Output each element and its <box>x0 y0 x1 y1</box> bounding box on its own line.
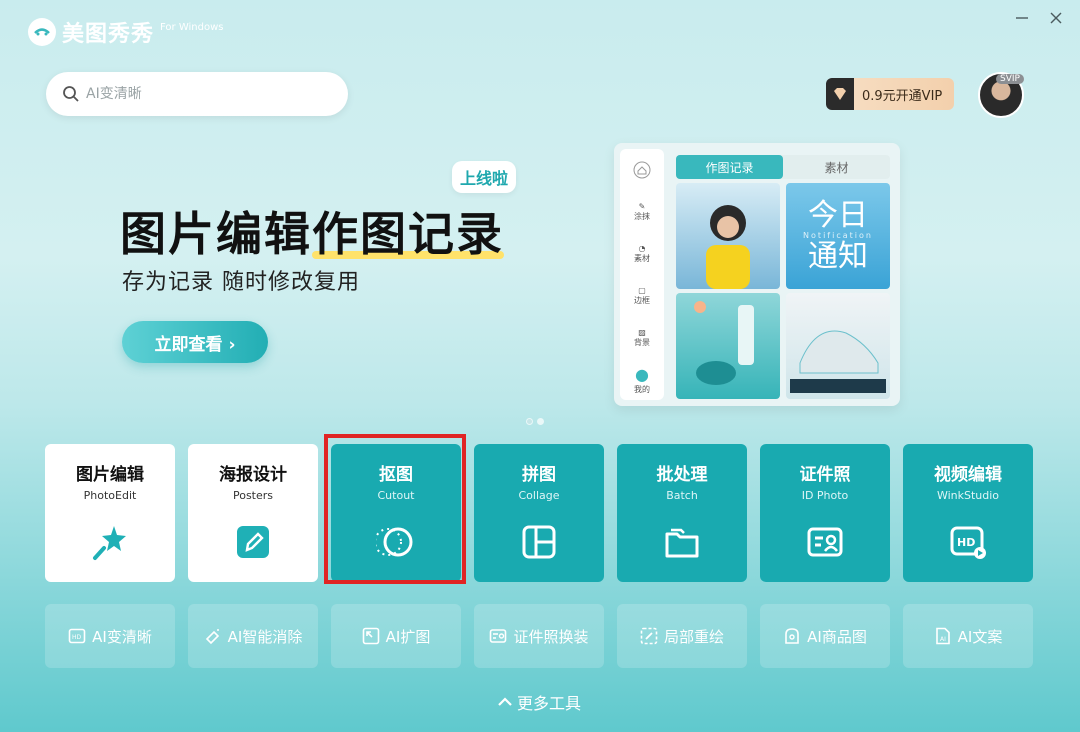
svg-text:HD: HD <box>72 634 82 641</box>
ai-tool-product[interactable]: AI商品图 <box>760 604 890 668</box>
banner-title-part2: 作图记录 <box>312 207 504 261</box>
banner-subtitle: 存为记录 随时修改复用 <box>122 270 360 295</box>
repaint-icon <box>640 627 658 645</box>
minimize-button[interactable] <box>1010 6 1034 30</box>
preview-tile-shoe <box>786 293 890 399</box>
svip-badge: SVIP <box>996 74 1024 84</box>
search-icon <box>63 86 79 102</box>
collage-grid-icon <box>522 525 556 559</box>
view-now-button[interactable]: 立即查看 › <box>122 321 268 363</box>
svg-text:AI: AI <box>940 636 946 643</box>
preview-tab-material: 素材 <box>824 160 849 175</box>
app-subtitle: For Windows <box>160 21 224 33</box>
ai-tool-expand[interactable]: AI扩图 <box>331 604 461 668</box>
cutout-highlight-frame <box>324 434 466 584</box>
preview-tab-records: 作图记录 <box>676 155 783 179</box>
ai-tool-id-swap[interactable]: 证件照换装 <box>474 604 604 668</box>
svg-text:HD: HD <box>957 536 975 549</box>
hd-icon: HD <box>68 628 86 644</box>
meitu-logo-icon <box>28 18 56 46</box>
search-bar[interactable] <box>46 72 348 116</box>
magic-wand-icon <box>93 526 126 560</box>
close-button[interactable] <box>1044 6 1068 30</box>
preview-tile-notification: 今日 Notification 通知 <box>786 183 890 289</box>
border-icon: ▢ <box>638 286 646 295</box>
app-logo: 美图秀秀 For Windows <box>28 16 223 48</box>
preview-side-item: ● 我的 <box>634 365 650 394</box>
tool-photoedit[interactable]: 图片编辑 PhotoEdit <box>45 444 175 582</box>
preview-side-item: ◔ 素材 <box>634 244 650 263</box>
id-swap-icon <box>490 629 507 643</box>
chevron-up-icon <box>498 697 512 706</box>
tool-posters[interactable]: 海报设计 Posters <box>188 444 318 582</box>
doc-ai-icon: AI <box>935 627 950 645</box>
ai-tool-hd[interactable]: HD AI变清晰 <box>45 604 175 668</box>
background-icon: ▨ <box>638 328 646 337</box>
expand-icon <box>362 627 379 645</box>
preview-side-item: ▢ 边框 <box>634 286 650 305</box>
vip-diamond-icon <box>826 78 854 110</box>
ai-tool-copywriting[interactable]: AI AI文案 <box>903 604 1033 668</box>
brush-icon: ✎ <box>638 202 646 211</box>
banner-pagination <box>526 418 544 425</box>
banner-new-badge: 上线啦 <box>452 161 517 193</box>
title-bar: 美图秀秀 For Windows <box>0 0 1080 60</box>
vip-label: 0.9元开通VIP <box>854 78 955 110</box>
material-icon: ◔ <box>638 244 646 253</box>
hd-video-icon: HD <box>950 526 986 559</box>
pen-edit-icon <box>237 526 269 558</box>
preview-tabs: 作图记录 素材 <box>676 155 890 179</box>
minimize-icon <box>1016 17 1028 19</box>
preview-side-item: ▨ 背景 <box>634 328 650 347</box>
banner-title-part1: 图片编辑 <box>120 207 312 261</box>
ai-tool-eraser[interactable]: AI智能消除 <box>188 604 318 668</box>
ai-tool-repaint[interactable]: 局部重绘 <box>617 604 747 668</box>
search-input[interactable] <box>86 86 326 102</box>
tool-collage[interactable]: 拼图 Collage <box>474 444 604 582</box>
tool-idphoto[interactable]: 证件照 ID Photo <box>760 444 890 582</box>
pagination-dot[interactable] <box>537 418 544 425</box>
eraser-icon <box>205 629 219 645</box>
vip-button[interactable]: 0.9元开通VIP <box>826 78 955 110</box>
close-icon <box>1050 12 1062 24</box>
product-icon <box>785 628 799 644</box>
preview-sidebar: ✎ 涂抹 ◔ 素材 ▢ 边框 ▨ 背景 ● 我的 <box>620 149 664 400</box>
pagination-dot[interactable] <box>526 418 533 425</box>
banner-title: 图片编辑作图记录 <box>120 198 504 264</box>
preview-tile-portrait <box>676 183 780 289</box>
id-card-icon <box>807 527 843 557</box>
folder-stack-icon <box>665 528 699 558</box>
tool-videoedit[interactable]: 视频编辑 WinkStudio HD <box>903 444 1033 582</box>
tool-batch[interactable]: 批处理 Batch <box>617 444 747 582</box>
user-icon: ● <box>635 365 649 384</box>
home-icon <box>620 149 664 191</box>
app-name: 美图秀秀 <box>62 22 155 47</box>
more-tools-button[interactable]: 更多工具 <box>497 690 581 714</box>
preview-side-item: ✎ 涂抹 <box>634 202 650 221</box>
banner-preview-image[interactable]: ✎ 涂抹 ◔ 素材 ▢ 边框 ▨ 背景 ● 我的 作图记录 素材 今日 Notificat… <box>614 143 900 406</box>
preview-tile-product <box>676 293 780 399</box>
